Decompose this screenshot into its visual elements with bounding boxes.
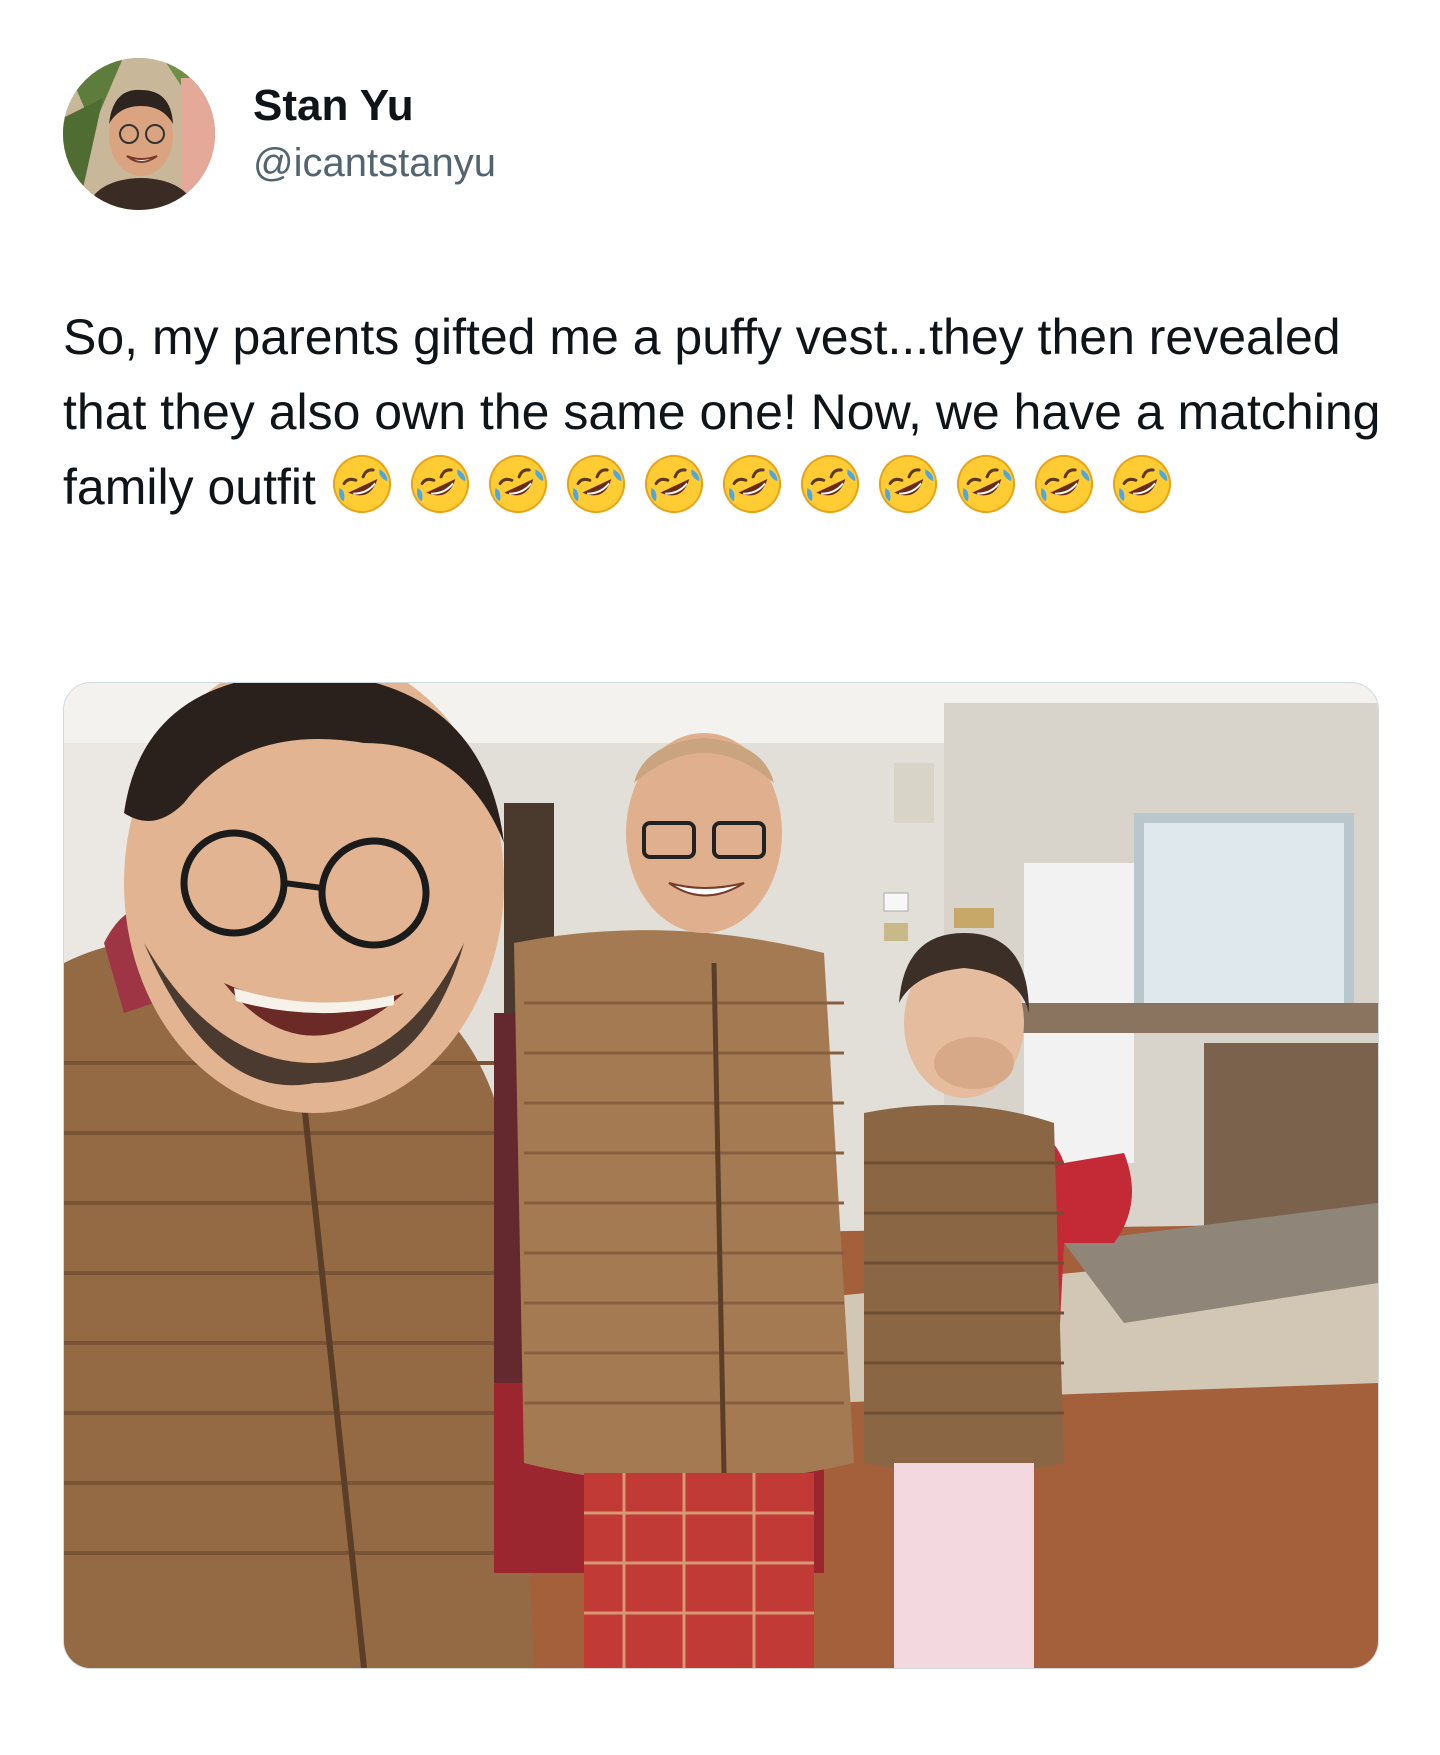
avatar-photo-icon <box>63 58 215 210</box>
rolling-on-the-floor-laughing-emoji <box>798 452 862 516</box>
rolling-on-the-floor-laughing-emoji <box>720 452 784 516</box>
author-names: Stan Yu @icantstanyu <box>253 79 496 189</box>
tweet-photo[interactable] <box>63 682 1379 1669</box>
rolling-on-the-floor-laughing-emoji <box>408 452 472 516</box>
rolling-on-the-floor-laughing-emoji <box>1032 452 1096 516</box>
family-photo-icon <box>64 683 1378 1668</box>
rolling-on-the-floor-laughing-emoji <box>954 452 1018 516</box>
rolling-on-the-floor-laughing-emoji <box>486 452 550 516</box>
rolling-on-the-floor-laughing-emoji <box>1110 452 1174 516</box>
rolling-on-the-floor-laughing-emoji <box>876 452 940 516</box>
author-display-name[interactable]: Stan Yu <box>253 79 496 133</box>
avatar[interactable] <box>63 58 215 210</box>
rolling-on-the-floor-laughing-emoji <box>564 452 628 516</box>
emoji-row <box>330 455 1188 515</box>
rolling-on-the-floor-laughing-emoji <box>642 452 706 516</box>
author-handle[interactable]: @icantstanyu <box>253 137 496 189</box>
tweet: Stan Yu @icantstanyu So, my parents gift… <box>0 0 1440 1755</box>
tweet-header: Stan Yu @icantstanyu <box>63 58 496 210</box>
rolling-on-the-floor-laughing-emoji <box>330 452 394 516</box>
tweet-body: So, my parents gifted me a puffy vest...… <box>63 300 1383 525</box>
